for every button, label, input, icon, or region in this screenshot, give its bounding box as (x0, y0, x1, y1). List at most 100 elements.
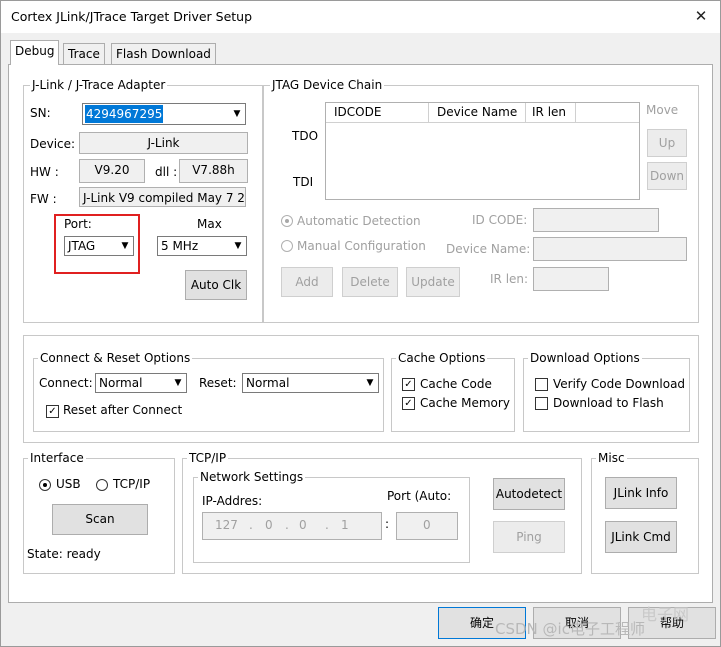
csdn-watermark: CSDN @ic电子工程师 (495, 620, 645, 638)
ir-len-input[interactable] (533, 267, 609, 291)
hw-value: V9.20 (94, 163, 130, 177)
device-label: Device: (30, 137, 76, 151)
cache-memory-checkbox[interactable]: ✓ (402, 397, 415, 410)
tab-flash-download[interactable]: Flash Download (111, 43, 216, 64)
port-auto-label: Port (Auto: (387, 489, 452, 503)
device-name-input[interactable] (533, 237, 687, 261)
scan-button[interactable]: Scan (52, 504, 148, 535)
tcp-port-value: 0 (423, 518, 431, 532)
ip-dot: . (325, 518, 329, 532)
fw-label: FW : (30, 192, 57, 206)
tcpip-radio[interactable] (96, 479, 108, 491)
cache-memory-label: Cache Memory (420, 396, 510, 410)
automatic-detection-radio[interactable] (281, 215, 293, 227)
move-down-button[interactable]: Down (647, 162, 687, 190)
autodetect-button[interactable]: Autodetect (493, 478, 565, 510)
dll-field: V7.88h (179, 159, 248, 183)
ip-octet-3: 0 (299, 518, 307, 532)
misc-group: Misc (591, 451, 699, 574)
download-options-group: Download Options (523, 351, 690, 432)
tab-flash-download-label: Flash Download (116, 47, 211, 61)
connect-label: Connect: (39, 376, 93, 390)
cache-options-group: Cache Options (391, 351, 515, 432)
debug-tab-panel: J-Link / J-Trace Adapter SN: 4294967295 … (8, 64, 713, 603)
move-up-button[interactable]: Up (647, 129, 687, 157)
jlink-info-button[interactable]: JLink Info (605, 477, 677, 509)
chevron-down-icon: ▼ (233, 109, 241, 119)
hw-label: HW : (30, 165, 59, 179)
dll-label: dll : (155, 165, 178, 179)
ip-address-input[interactable]: 127 . 0 . 0 . 1 (202, 512, 382, 540)
jlink-cmd-button[interactable]: JLink Cmd (605, 521, 677, 553)
hw-field: V9.20 (79, 159, 145, 183)
tdi-label: TDI (293, 175, 314, 189)
jtag-device-table[interactable]: IDCODE Device Name IR len (325, 102, 640, 200)
column-idcode[interactable]: IDCODE (326, 103, 429, 122)
misc-group-label: Misc (596, 451, 627, 465)
reset-select[interactable]: Normal ▼ (242, 373, 379, 393)
connect-select[interactable]: Normal ▼ (95, 373, 187, 393)
connect-value: Normal (99, 376, 143, 390)
tcpip-label: TCP/IP (113, 477, 151, 491)
verify-code-download-label: Verify Code Download (553, 377, 686, 391)
chevron-down-icon: ▼ (174, 378, 182, 388)
sn-value: 4294967295 (85, 105, 164, 123)
manual-configuration-label: Manual Configuration (297, 239, 426, 253)
device-value: J-Link (147, 136, 180, 150)
ip-octet-1: 127 (215, 518, 238, 532)
usb-radio[interactable] (39, 479, 51, 491)
move-label: Move (646, 103, 679, 117)
usb-label: USB (56, 477, 81, 491)
cache-code-checkbox[interactable]: ✓ (402, 378, 415, 391)
reset-label: Reset: (199, 376, 237, 390)
reset-after-connect-label: Reset after Connect (63, 403, 183, 417)
connect-reset-group-label: Connect & Reset Options (38, 351, 193, 365)
connect-reset-group: Connect & Reset Options (33, 351, 384, 432)
column-device-name[interactable]: Device Name (429, 103, 526, 122)
column-ir-len[interactable]: IR len (526, 103, 576, 122)
update-button[interactable]: Update (406, 267, 460, 297)
max-label: Max (197, 217, 222, 231)
network-settings-label: Network Settings (198, 470, 306, 484)
download-options-group-label: Download Options (528, 351, 642, 365)
auto-clk-button[interactable]: Auto Clk (185, 270, 247, 300)
tab-trace[interactable]: Trace (63, 43, 105, 64)
title-bar: Cortex JLink/JTrace Target Driver Setup … (1, 1, 720, 33)
fw-value: J-Link V9 compiled May 7 2 (83, 191, 245, 205)
chevron-down-icon: ▼ (234, 241, 242, 251)
close-icon[interactable]: ✕ (688, 5, 714, 27)
id-code-label: ID CODE: (472, 213, 528, 227)
ping-button[interactable]: Ping (493, 521, 565, 553)
tcpip-group-label: TCP/IP (187, 451, 229, 465)
tab-debug-label: Debug (15, 44, 55, 58)
max-clock-select[interactable]: 5 MHz ▼ (157, 236, 247, 256)
delete-button[interactable]: Delete (342, 267, 398, 297)
ip-octet-4: 1 (341, 518, 349, 532)
sn-select[interactable]: 4294967295 ▼ (82, 103, 246, 125)
ip-dot: . (285, 518, 289, 532)
sn-label: SN: (30, 106, 51, 120)
ir-len-label: IR len: (490, 272, 529, 286)
port-highlight-box (54, 214, 140, 274)
tcp-port-input[interactable]: 0 (396, 512, 458, 540)
manual-configuration-radio[interactable] (281, 240, 293, 252)
automatic-detection-label: Automatic Detection (297, 214, 421, 228)
interface-group-label: Interface (28, 451, 86, 465)
max-clock-value: 5 MHz (161, 239, 199, 253)
cache-code-label: Cache Code (420, 377, 492, 391)
device-field: J-Link (79, 132, 248, 154)
tab-debug[interactable]: Debug (10, 40, 60, 65)
ip-octet-2: 0 (265, 518, 273, 532)
site-watermark: 电子网 (641, 605, 690, 624)
ip-address-label: IP-Addres: (202, 494, 263, 508)
jtag-chain-group-label: JTAG Device Chain (270, 78, 385, 92)
adapter-group-label: J-Link / J-Trace Adapter (30, 78, 168, 92)
chevron-down-icon: ▼ (366, 378, 374, 388)
reset-after-connect-checkbox[interactable]: ✓ (46, 405, 59, 418)
download-to-flash-checkbox[interactable] (535, 397, 548, 410)
tdo-label: TDO (292, 129, 319, 143)
tab-trace-label: Trace (68, 47, 100, 61)
id-code-input[interactable] (533, 208, 659, 232)
add-button[interactable]: Add (281, 267, 333, 297)
verify-code-download-checkbox[interactable] (535, 378, 548, 391)
